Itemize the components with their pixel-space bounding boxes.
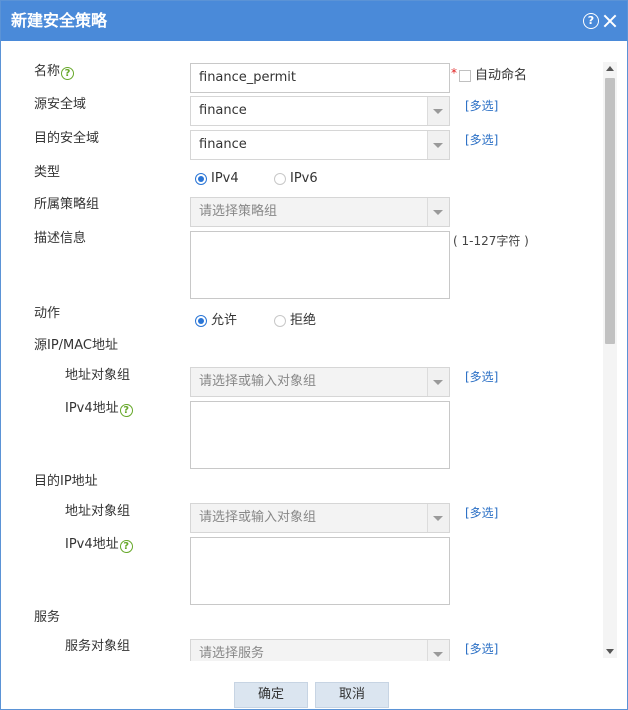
service-obj-group-label: 服务对象组 [65, 639, 131, 654]
src-addr-multi-select-link[interactable]: [多选] [465, 369, 498, 385]
chevron-down-icon[interactable] [427, 198, 449, 226]
src-ipv4-help-icon[interactable]: ? [119, 404, 133, 417]
action-deny-label: 拒绝 [290, 313, 317, 328]
dst-zone-value: finance [199, 137, 247, 152]
src-zone-value: finance [199, 103, 247, 118]
name-input[interactable]: finance_permit [190, 63, 450, 93]
dst-addr-obj-group-label: 地址对象组 [65, 504, 131, 519]
dialog-title: 新建安全策略 [11, 11, 108, 30]
dst-addr-section-label: 目的IP地址 [34, 474, 98, 489]
type-label: 类型 [34, 165, 61, 180]
cancel-button[interactable]: 取消 [315, 682, 389, 708]
action-permit-label: 允许 [211, 313, 238, 328]
src-ipv4-label: IPv4地址? [65, 400, 133, 418]
src-ipv4-textarea[interactable] [190, 401, 450, 469]
description-length-hint: ( 1-127字符 ) [453, 234, 529, 248]
src-zone-label: 源安全域 [34, 97, 87, 112]
dst-ipv4-help-icon[interactable]: ? [119, 540, 133, 553]
action-permit-radio[interactable] [195, 315, 207, 327]
src-addr-section-label: 源IP/MAC地址 [34, 338, 119, 353]
required-mark: * [451, 66, 457, 80]
dst-addr-obj-group-select[interactable]: 请选择或输入对象组 [190, 503, 450, 533]
new-security-policy-dialog: 新建安全策略 ? 名称? finance_permit * 自动命名 源安全域 … [0, 0, 628, 710]
vertical-scrollbar[interactable] [603, 62, 617, 658]
type-ipv4-label: IPv4 [211, 171, 239, 186]
help-icon[interactable]: ? [583, 13, 599, 29]
name-label: 名称? [34, 63, 75, 81]
ok-button[interactable]: 确定 [234, 682, 308, 708]
policy-group-placeholder: 请选择策略组 [199, 204, 278, 219]
description-textarea[interactable] [190, 231, 450, 299]
dst-addr-multi-select-link[interactable]: [多选] [465, 505, 498, 521]
service-section-label: 服务 [34, 610, 61, 625]
service-multi-select-link[interactable]: [多选] [465, 641, 498, 657]
dst-zone-label: 目的安全域 [34, 131, 100, 146]
src-addr-obj-group-placeholder: 请选择或输入对象组 [199, 374, 317, 389]
chevron-down-icon[interactable] [427, 97, 449, 125]
dst-zone-multi-select-link[interactable]: [多选] [465, 132, 498, 148]
policy-group-label: 所属策略组 [34, 197, 100, 212]
dst-addr-obj-group-placeholder: 请选择或输入对象组 [199, 510, 317, 525]
auto-name-label: 自动命名 [475, 68, 528, 83]
chevron-down-icon[interactable] [427, 131, 449, 159]
auto-name-checkbox[interactable] [459, 70, 471, 82]
dialog-footer: 确定 取消 [1, 661, 627, 709]
dst-ipv4-textarea[interactable] [190, 537, 450, 605]
action-label: 动作 [34, 306, 61, 321]
scroll-down-icon[interactable] [606, 649, 614, 654]
action-deny-radio[interactable] [274, 315, 286, 327]
form-content: 名称? finance_permit * 自动命名 源安全域 finance [… [1, 41, 627, 661]
type-ipv4-radio[interactable] [195, 173, 207, 185]
dst-ipv4-label: IPv4地址? [65, 536, 133, 554]
src-zone-multi-select-link[interactable]: [多选] [465, 98, 498, 114]
dialog-titlebar: 新建安全策略 ? [1, 1, 627, 41]
src-addr-obj-group-select[interactable]: 请选择或输入对象组 [190, 367, 450, 397]
src-zone-select[interactable]: finance [190, 96, 450, 126]
type-ipv6-radio[interactable] [274, 173, 286, 185]
chevron-down-icon[interactable] [427, 504, 449, 532]
description-label: 描述信息 [34, 231, 87, 246]
dst-zone-select[interactable]: finance [190, 130, 450, 160]
chevron-down-icon[interactable] [427, 368, 449, 396]
close-icon[interactable] [602, 12, 618, 30]
type-ipv6-label: IPv6 [290, 171, 318, 186]
policy-group-select[interactable]: 请选择策略组 [190, 197, 450, 227]
chevron-down-icon[interactable] [427, 640, 449, 661]
name-help-icon[interactable]: ? [61, 67, 75, 80]
scrollbar-thumb[interactable] [605, 78, 615, 344]
scroll-up-icon[interactable] [606, 66, 614, 71]
service-obj-group-select[interactable]: 请选择服务 [190, 639, 450, 661]
src-addr-obj-group-label: 地址对象组 [65, 368, 131, 383]
service-obj-group-placeholder: 请选择服务 [199, 646, 265, 661]
